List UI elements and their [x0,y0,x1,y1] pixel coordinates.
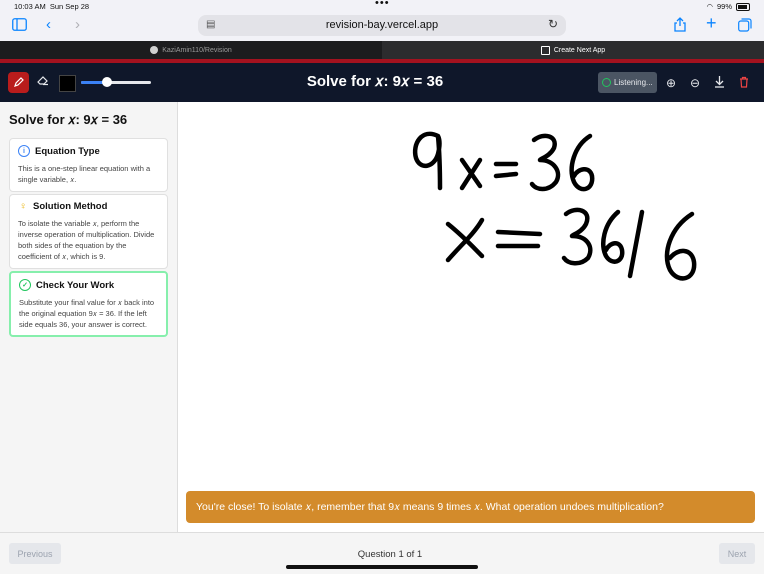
lightbulb-icon: ♀ [19,201,27,212]
hint-sidebar: Solve for 𝑥: 9𝑥 = 36 i Equation Type Thi… [0,102,178,532]
status-time: 10:03 AM Sun Sep 28 [14,2,90,11]
slider-knob[interactable] [102,77,112,87]
check-circle-icon: ✓ [19,279,31,291]
card-heading: Equation Type [35,145,100,157]
browser-toolbar: ‹ › ▤ revision-bay.vercel.app ↻ + [0,13,764,41]
handwriting-strokes [412,131,697,281]
address-bar[interactable]: ▤ revision-bay.vercel.app ↻ [198,15,566,36]
card-solution-method: ♀ Solution Method To isolate the variabl… [9,194,168,269]
app-favicon-icon [540,45,550,55]
tab-strip: KaziAmin110/Revision ⊠ Create Next App [0,41,764,59]
app-toolbar: Solve for 𝑥: 9𝑥 = 36 Listening... ⊕ ⊖ [0,63,764,102]
sidebar-toggle-icon[interactable] [12,18,27,34]
status-right: ◠ 99% [706,2,750,11]
download-icon[interactable] [714,76,725,91]
multitask-dots-icon[interactable]: ••• [375,0,390,9]
reload-icon[interactable]: ↻ [548,17,558,31]
battery-icon [736,2,750,11]
next-button[interactable]: Next [719,543,755,564]
info-icon: i [18,145,30,157]
tab-label: KaziAmin110/Revision [162,46,232,54]
previous-button[interactable]: Previous [9,543,61,564]
status-ring-icon [602,78,611,87]
feedback-banner: You're close! To isolate 𝑥, remember tha… [186,491,755,523]
tab-github[interactable]: KaziAmin110/Revision [0,41,382,59]
eraser-icon[interactable] [37,74,49,89]
url-text: revision-bay.vercel.app [325,19,439,31]
github-icon [150,46,159,54]
tab-overview-icon[interactable] [738,18,752,35]
problem-title: Solve for 𝑥: 9𝑥 = 36 [306,73,444,90]
tab-label: Create Next App [553,46,606,54]
card-check-your-work: ✓ Check Your Work Substitute your final … [9,271,168,337]
sidebar-title: Solve for 𝑥: 9𝑥 = 36 [9,112,128,127]
listening-button[interactable]: Listening... [598,72,657,93]
zoom-out-icon[interactable]: ⊖ [690,76,700,90]
card-body: To isolate the variable 𝑥, perform the i… [18,219,155,261]
color-swatch[interactable] [59,75,76,92]
pen-tool-button[interactable] [8,72,29,93]
share-icon[interactable] [674,17,686,35]
card-heading: Solution Method [33,201,108,212]
zoom-in-icon[interactable]: ⊕ [666,76,676,90]
new-tab-icon[interactable]: + [706,14,717,32]
card-heading: Check Your Work [36,279,115,291]
back-icon[interactable]: ‹ [46,17,51,32]
question-counter: Question 1 of 1 [357,549,423,560]
trash-icon[interactable] [739,76,749,91]
tab-create-next-app[interactable]: Create Next App [382,41,764,59]
forward-icon[interactable]: › [75,17,80,32]
status-bar: 10:03 AM Sun Sep 28 ••• ◠ 99% [0,0,764,13]
home-indicator [286,565,478,569]
wifi-icon: ◠ [706,2,713,11]
card-body: This is a one-step linear equation with … [18,164,151,184]
drawing-canvas[interactable] [178,102,764,532]
listening-label: Listening... [614,78,653,87]
card-body: Substitute your final value for 𝑥 back i… [19,298,155,329]
battery-percent: 99% [716,2,732,11]
card-equation-type: i Equation Type This is a one-step linea… [9,138,168,192]
